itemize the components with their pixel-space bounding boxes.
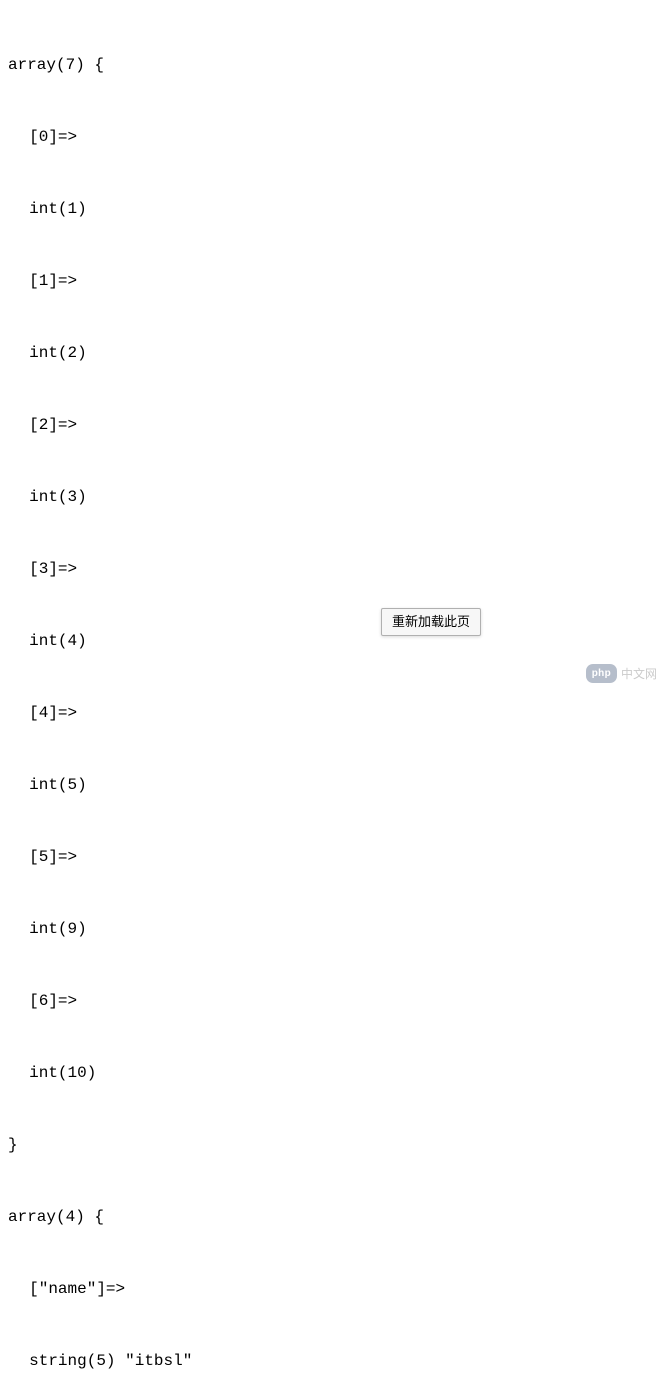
array1-footer: } (8, 1133, 661, 1157)
array1-key: [6]=> (8, 989, 661, 1013)
watermark-badge: php (586, 664, 617, 683)
array1-key: [1]=> (8, 269, 661, 293)
watermark-text: 中文网 (621, 665, 657, 683)
array1-val: int(2) (8, 341, 661, 365)
array1-val: int(9) (8, 917, 661, 941)
array1-val: int(5) (8, 773, 661, 797)
array2-header: array(4) { (8, 1205, 661, 1229)
array1-key: [0]=> (8, 125, 661, 149)
array1-header: array(7) { (8, 53, 661, 77)
reload-page-tooltip: 重新加载此页 (381, 608, 481, 636)
tooltip-text: 重新加载此页 (392, 614, 470, 629)
array1-val: int(3) (8, 485, 661, 509)
array1-val: int(4) (8, 629, 661, 653)
array1-val: int(10) (8, 1061, 661, 1085)
array1-key: [4]=> (8, 701, 661, 725)
array1-key: [2]=> (8, 413, 661, 437)
site-watermark: php 中文网 (586, 664, 657, 683)
array1-key: [5]=> (8, 845, 661, 869)
array2-key: ["name"]=> (8, 1277, 661, 1301)
array1-key: [3]=> (8, 557, 661, 581)
array2-val: string(5) "itbsl" (8, 1349, 661, 1373)
var-dump-output: array(7) { [0]=> int(1) [1]=> int(2) [2]… (8, 5, 661, 1386)
array1-val: int(1) (8, 197, 661, 221)
